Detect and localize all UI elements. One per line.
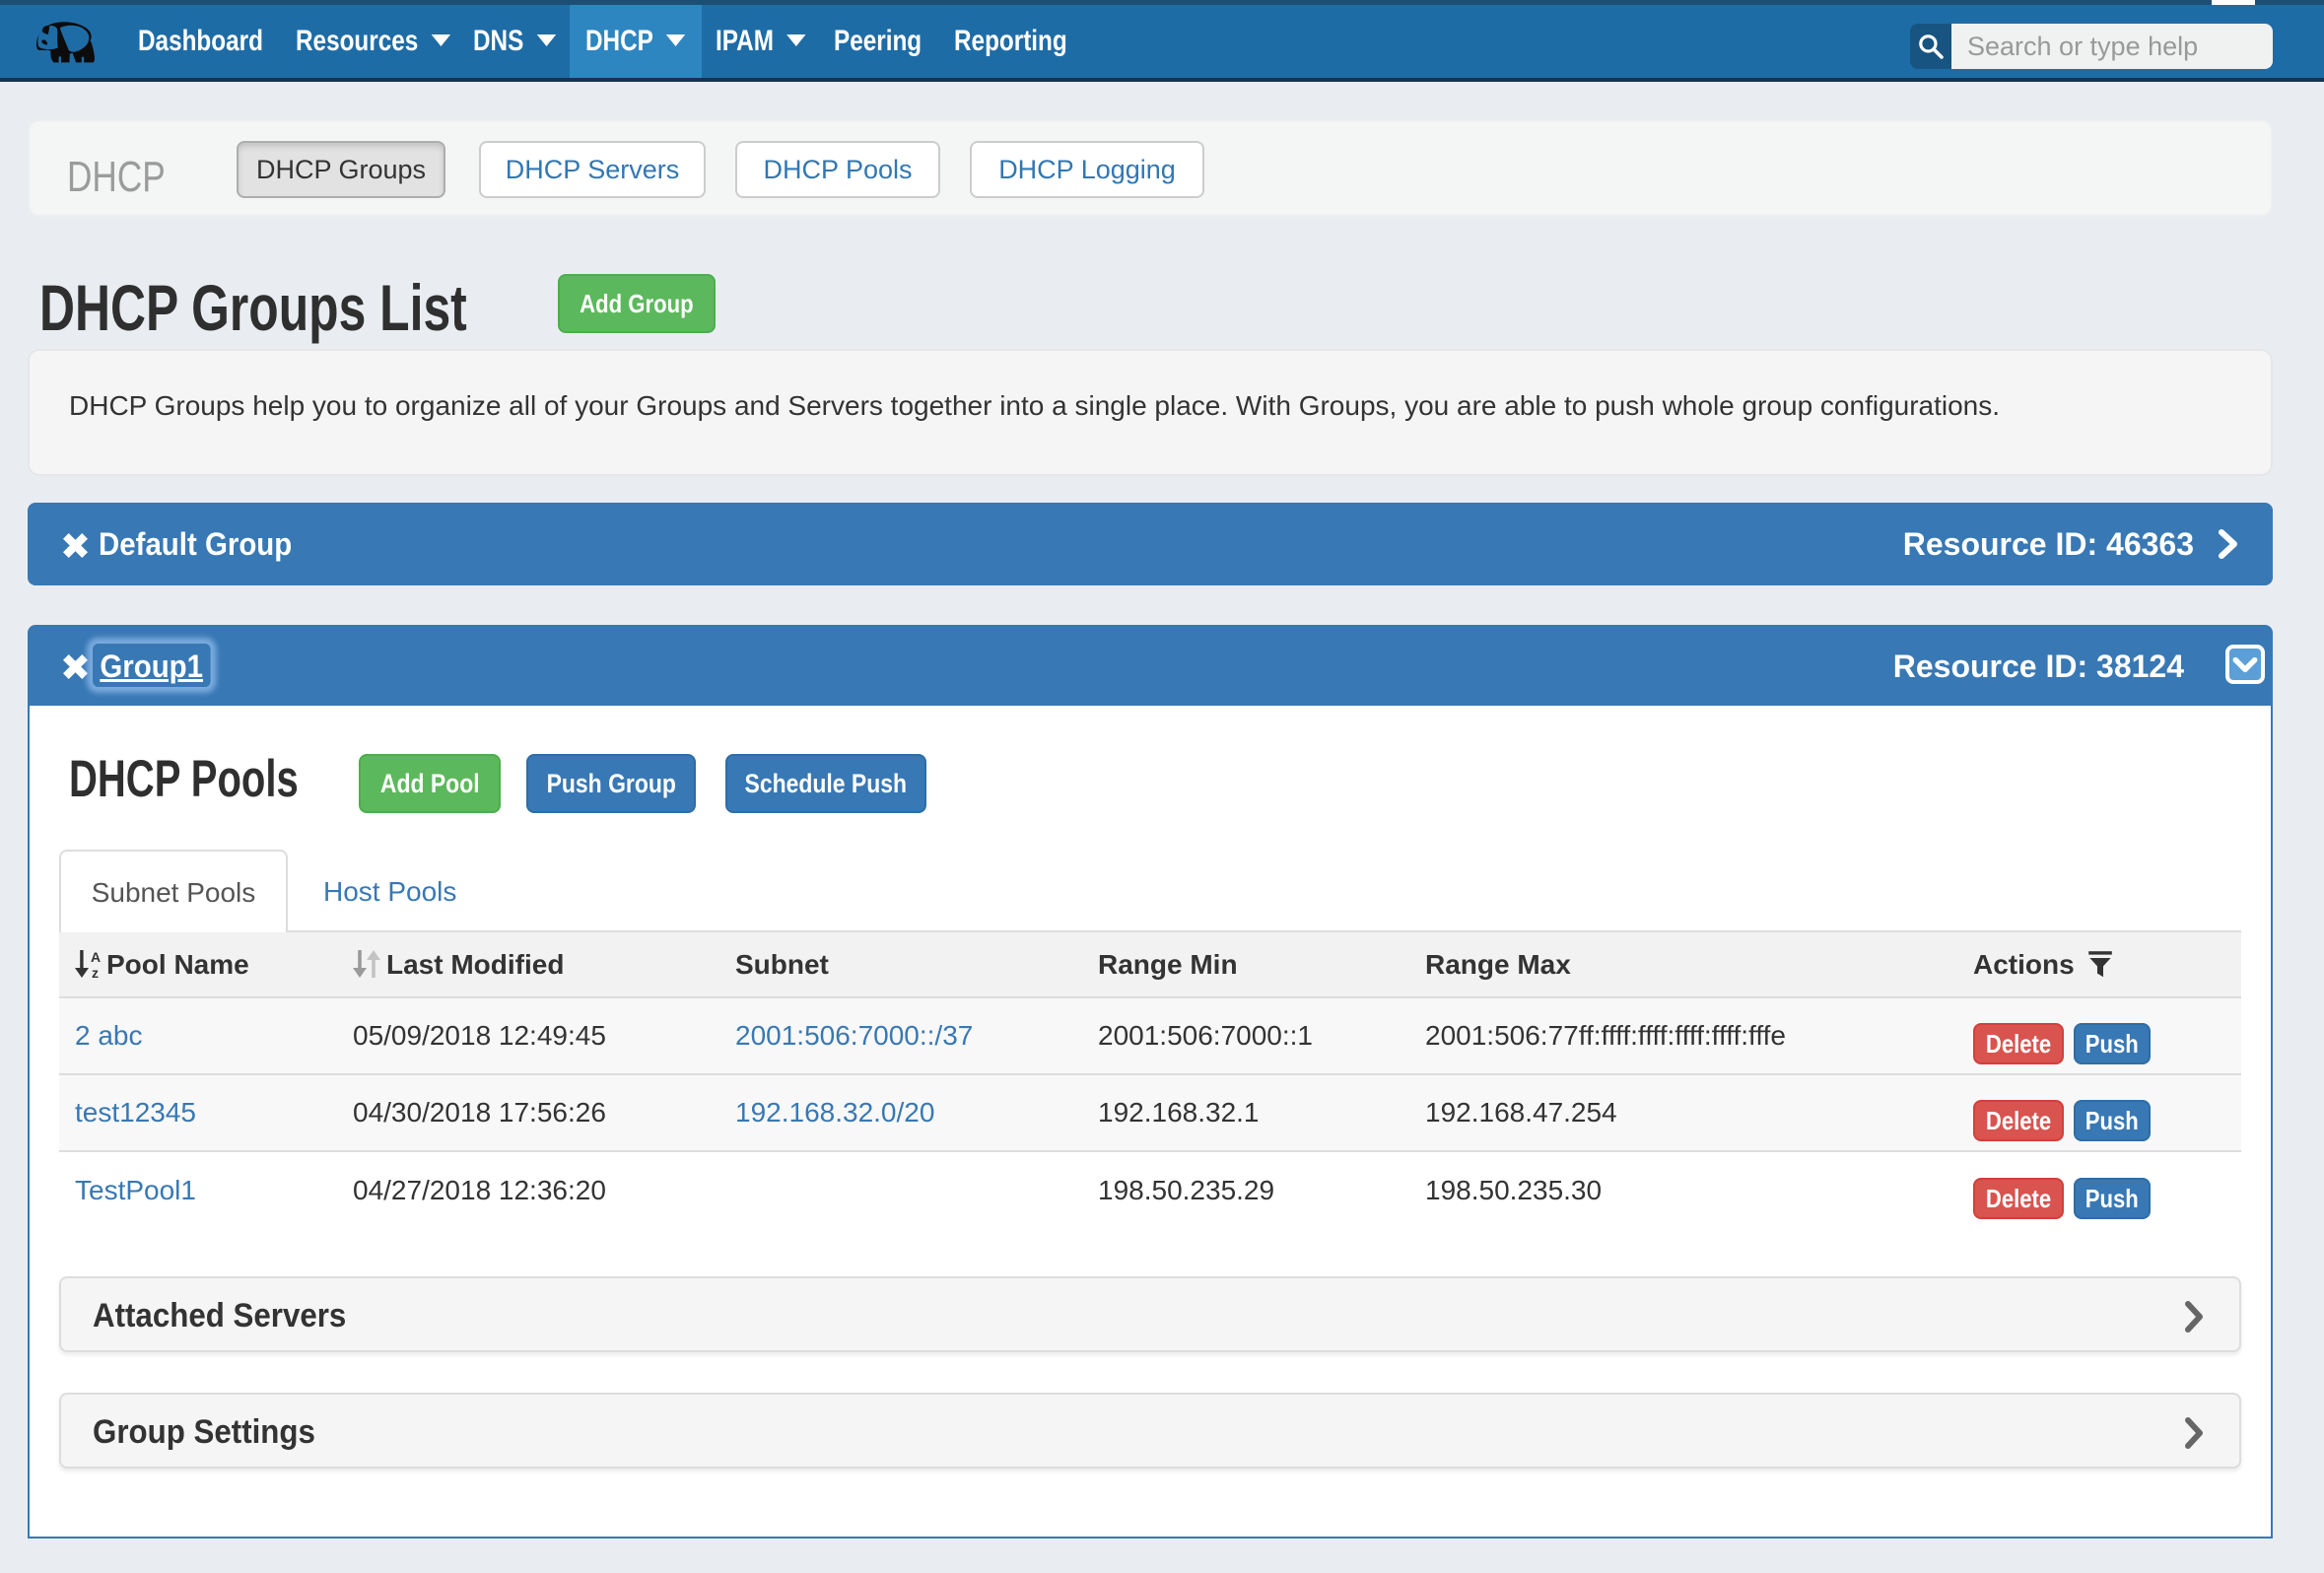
svg-text:A: A — [91, 949, 101, 965]
svg-text:z: z — [92, 965, 99, 979]
